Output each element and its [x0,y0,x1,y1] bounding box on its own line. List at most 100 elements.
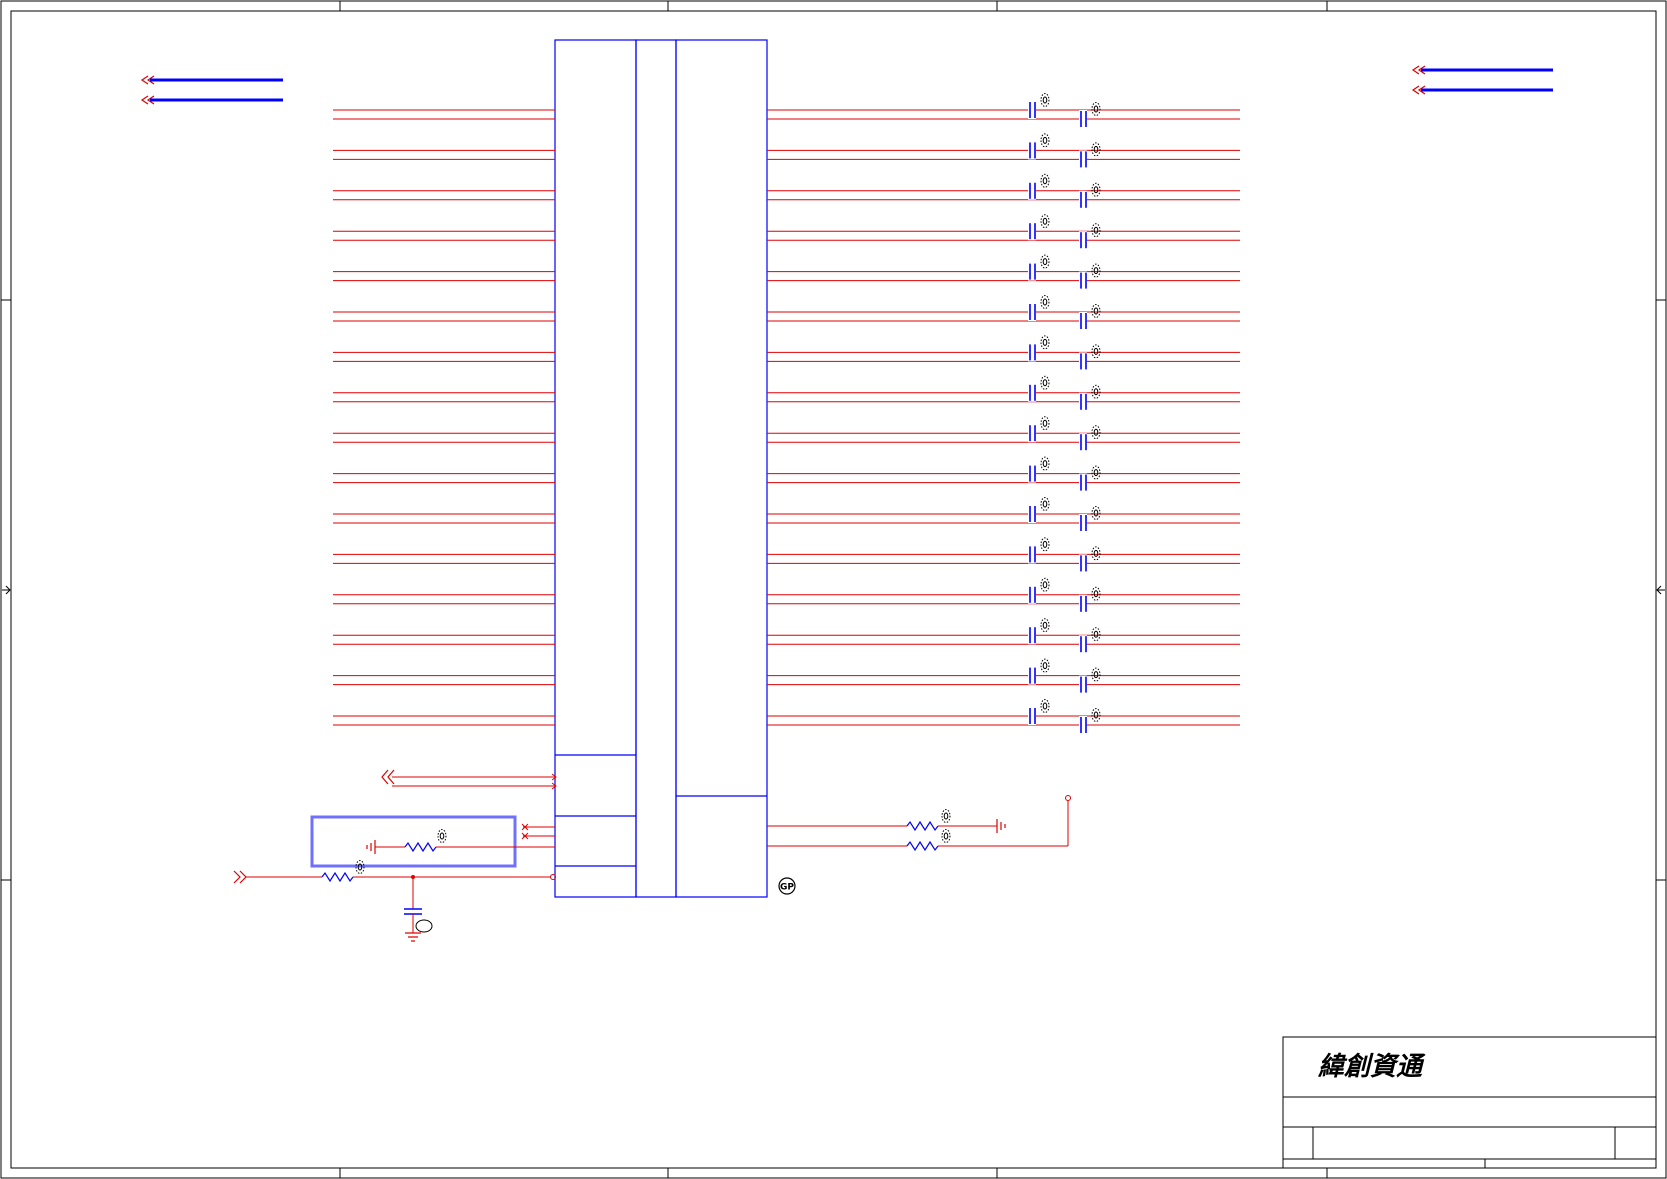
power-rail-terminal [1065,795,1071,801]
placement-mark [1040,497,1050,511]
placement-mark [437,829,447,843]
coupling-capacitor [1079,102,1101,128]
coupling-capacitor [1079,223,1101,250]
coupling-capacitor [1079,627,1101,654]
schematic-sheet: 緯創資通 GP [0,0,1667,1179]
no-connect-marks [521,823,555,840]
coupling-capacitor [1028,658,1050,685]
placement-mark [941,809,951,823]
coupling-capacitors [1028,93,1101,734]
coupling-capacitor [1028,254,1050,281]
ic-block-a [554,39,637,898]
coupling-capacitor [1028,497,1050,523]
series-resistor-input [233,870,556,942]
lane-pair [333,109,1240,120]
center-arrow-right [1656,585,1665,595]
placement-mark [1091,546,1101,561]
lane-pair [333,634,1240,645]
coupling-capacitor [1079,546,1101,573]
placement-mark [1040,335,1050,350]
placement-mark [1091,263,1101,278]
offpage-connector [233,870,247,884]
coupling-capacitor [1028,537,1050,564]
lane-pair [333,149,1240,160]
offpage-connector [140,95,283,105]
placement-mark [1040,699,1050,713]
placement-mark [1040,416,1050,431]
placement-mark [1091,627,1101,642]
placement-mark [1040,93,1050,107]
lane-pair [333,190,1240,201]
coupling-capacitor [1079,142,1101,169]
center-arrow-left [2,585,11,595]
svg-text:GP: GP [780,883,794,893]
placement-mark [1091,384,1101,399]
coupling-capacitor [1079,182,1101,209]
placement-mark [1091,344,1101,359]
zone-ticks-bottom [339,1168,1328,1178]
placement-mark [1040,456,1050,471]
coupling-capacitor [1079,263,1101,290]
offpage-connector [1411,65,1553,75]
coupling-capacitor [1079,708,1101,734]
gp-mark: GP [778,877,796,895]
coupling-capacitor [1028,577,1050,604]
coupling-capacitor [1079,465,1101,492]
placement-mark [1091,465,1101,480]
placement-mark [1091,304,1101,318]
offpage-connector [1411,85,1553,95]
placement-mark [1091,667,1101,682]
coupling-capacitor [1079,384,1101,411]
placement-mark [1040,618,1050,633]
coupling-capacitor [1028,133,1050,160]
coupling-capacitor [1028,335,1050,362]
coupling-capacitor [1028,295,1050,321]
placement-mark [1091,425,1101,440]
lane-nets [333,109,1240,726]
lane-pair [333,432,1240,443]
lane-pair [333,675,1240,686]
coupling-capacitor [1028,618,1050,645]
placement-mark [1040,133,1050,148]
pulldown-resistor [366,840,555,854]
gp-mark [415,919,433,933]
placement-mark [1091,506,1101,520]
ground-symbol [996,819,1006,833]
lower-right-signals [767,795,1071,852]
coupling-capacitor [1079,425,1101,452]
main-ic-symbol [554,39,768,898]
placement-mark [1091,142,1101,157]
lane-pair [333,553,1240,564]
coupling-capacitor [1079,344,1101,371]
filter-capacitor [404,908,422,915]
placement-mark [1040,658,1050,673]
coupling-capacitor [1028,456,1050,483]
coupling-capacitor [1079,586,1101,613]
sheet-frame [0,0,1667,1179]
coupling-capacitor [1028,214,1050,241]
lane-pair [333,271,1240,282]
placement-mark [1040,173,1050,188]
zone-ticks-top [339,1,1328,11]
coupling-capacitor [1028,173,1050,200]
ground-symbol [405,932,421,942]
company-logo: 緯創資通 [1317,1052,1426,1082]
placement-mark [941,829,951,843]
offpage-connectors-top-left [140,75,283,105]
offpage-connector [140,75,283,85]
ic-block-b [635,39,677,898]
lane-pair [333,351,1240,362]
placement-mark [1040,214,1050,229]
ground-symbol [366,840,376,854]
placement-mark [1040,295,1050,309]
coupling-capacitor [1028,375,1050,402]
lane-pair [333,594,1240,605]
ic-block-c [675,39,768,898]
coupling-capacitor [1028,93,1050,119]
lane-pair [333,230,1240,241]
placement-mark [1091,586,1101,601]
coupling-capacitor [1028,416,1050,443]
placement-mark [1091,223,1101,238]
lane-pair [333,513,1240,524]
placement-mark [1040,254,1050,269]
